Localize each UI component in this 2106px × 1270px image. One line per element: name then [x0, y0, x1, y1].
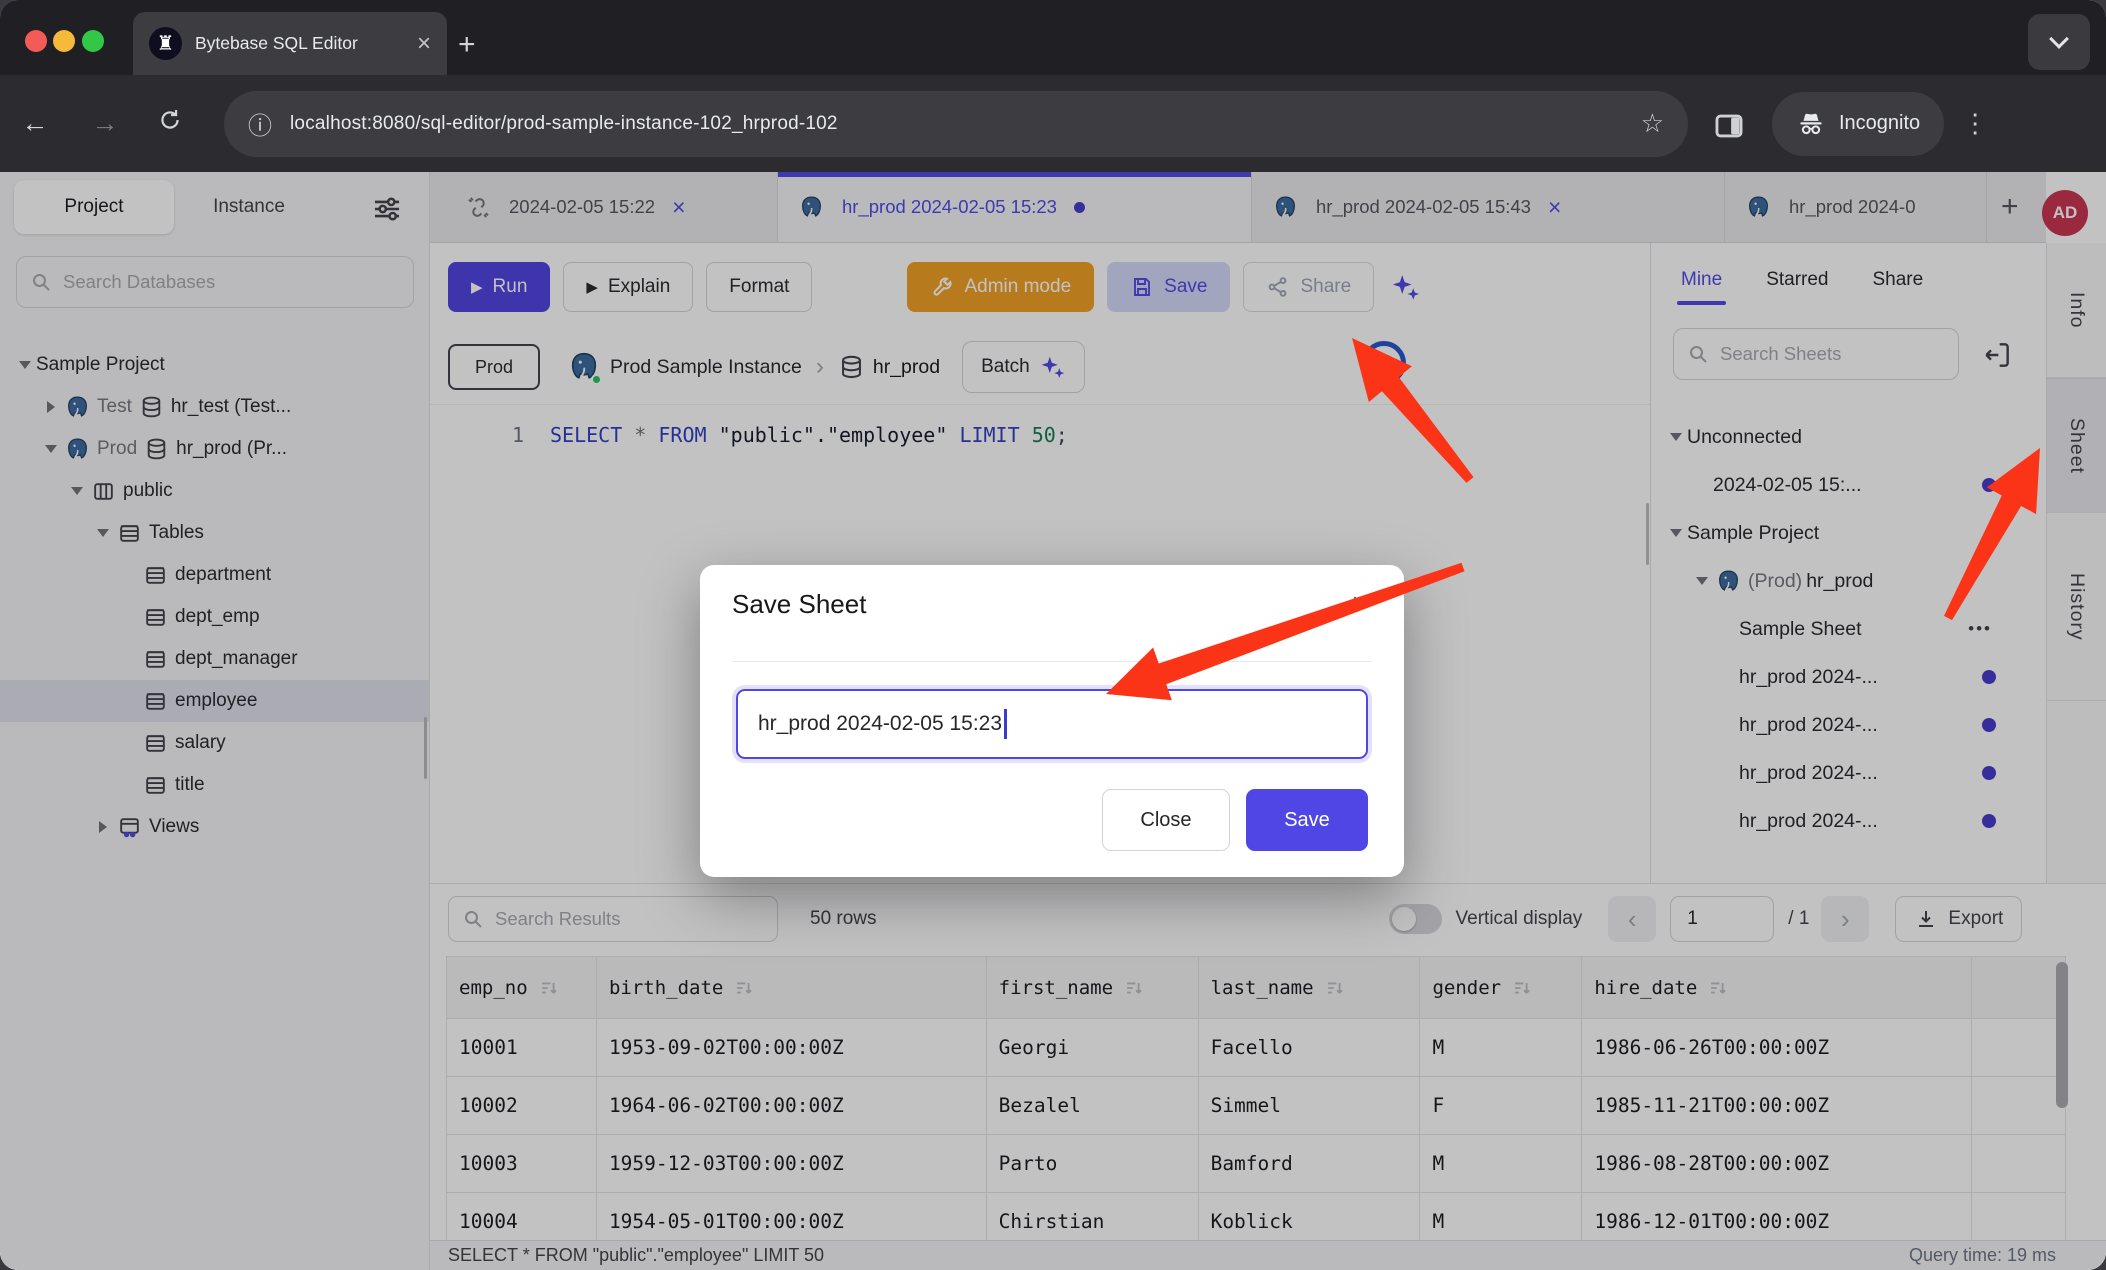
address-bar[interactable]: ⓘ localhost:8080/sql-editor/prod-sample-… — [224, 91, 1688, 157]
browser-tab-title: Bytebase SQL Editor — [195, 33, 358, 54]
close-button[interactable]: Close — [1102, 789, 1230, 851]
tab-close-icon[interactable]: × — [417, 32, 431, 56]
dialog-divider — [732, 661, 1372, 662]
window-minimize-button[interactable] — [53, 30, 75, 52]
side-panel-icon[interactable] — [1712, 109, 1746, 139]
dialog-buttons: Close Save — [1102, 789, 1368, 851]
dialog-close-icon[interactable]: × — [1352, 589, 1368, 617]
save-sheet-dialog: Save Sheet × hr_prod 2024-02-05 15:23 Cl… — [700, 565, 1404, 877]
bytebase-favicon-icon: ♜ — [149, 27, 182, 60]
window-zoom-button[interactable] — [82, 30, 104, 52]
sheet-name-value: hr_prod 2024-02-05 15:23 — [758, 712, 1002, 736]
site-info-icon[interactable]: ⓘ — [248, 106, 272, 141]
forward-button[interactable]: → — [70, 108, 140, 139]
tab-search-button[interactable] — [2028, 14, 2090, 70]
browser-tab-strip: ♜ Bytebase SQL Editor × + — [0, 0, 2106, 75]
incognito-badge: Incognito — [1772, 92, 1944, 156]
sheet-name-input[interactable]: hr_prod 2024-02-05 15:23 — [736, 689, 1368, 759]
new-tab-button[interactable]: + — [458, 28, 476, 62]
text-caret — [1004, 709, 1007, 739]
browser-menu-icon[interactable]: ⋮ — [1962, 108, 1988, 139]
incognito-label: Incognito — [1839, 112, 1920, 135]
browser-tab[interactable]: ♜ Bytebase SQL Editor × — [133, 12, 447, 75]
dialog-title: Save Sheet — [732, 589, 866, 620]
browser-chrome: ♜ Bytebase SQL Editor × + ← → ⓘ localhos… — [0, 0, 2106, 172]
incognito-icon — [1796, 109, 1826, 139]
window-close-button[interactable] — [25, 30, 47, 52]
screen: ♜ Bytebase SQL Editor × + ← → ⓘ localhos… — [0, 0, 2106, 1270]
reload-button[interactable] — [140, 107, 200, 140]
browser-toolbar: ← → ⓘ localhost:8080/sql-editor/prod-sam… — [0, 75, 2106, 172]
bookmark-star-icon[interactable]: ☆ — [1641, 108, 1664, 139]
dialog-save-button[interactable]: Save — [1246, 789, 1368, 851]
url-text: localhost:8080/sql-editor/prod-sample-in… — [290, 113, 838, 135]
back-button[interactable]: ← — [0, 108, 70, 139]
chevron-down-icon — [2049, 29, 2069, 49]
